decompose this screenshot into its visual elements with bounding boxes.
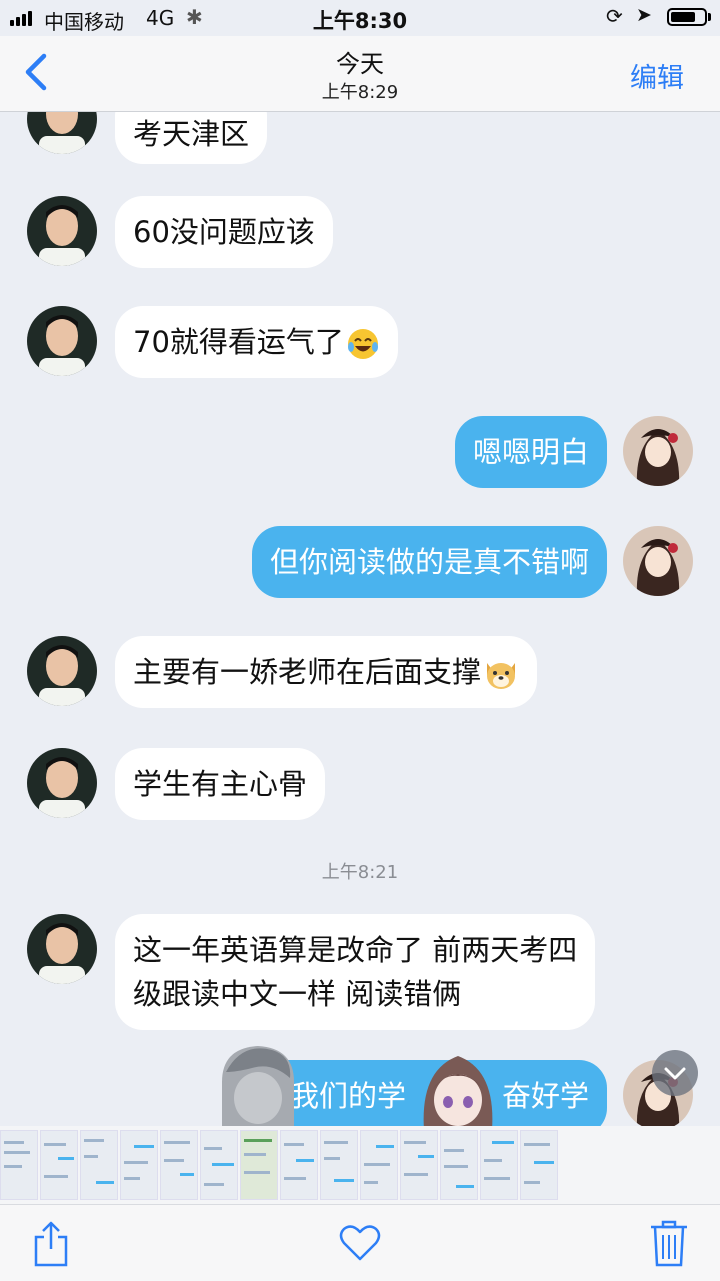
anime-girl-sticker-icon	[423, 1056, 493, 1128]
message-line: 这一年英语算是改命了 前两天考四	[133, 933, 578, 967]
contact-avatar[interactable]	[27, 196, 97, 266]
contact-avatar[interactable]	[27, 112, 97, 154]
thumbnail[interactable]	[200, 1130, 238, 1200]
thumbnail[interactable]	[480, 1130, 518, 1200]
laughing-tears-emoji-icon	[347, 329, 378, 359]
thumbnail[interactable]	[80, 1130, 118, 1200]
contact-avatar[interactable]	[27, 306, 97, 376]
share-icon[interactable]	[28, 1219, 74, 1267]
incoming-message-bubble[interactable]: 70就得看运气了	[115, 306, 398, 378]
bottom-toolbar	[0, 1204, 720, 1281]
rotation-lock-icon: ⟳	[606, 4, 623, 28]
chat-area: 考天津区 60没问题应该 70就得看运气了 嗯嗯明白 但你阅读做的是真不错啊 主…	[0, 112, 720, 1128]
thumbnail[interactable]	[160, 1130, 198, 1200]
outgoing-message-bubble[interactable]: 嗯嗯明白	[454, 416, 607, 488]
outgoing-message-bubble[interactable]: 但你阅读做的是真不错啊	[251, 526, 607, 598]
incoming-message-bubble[interactable]: 学生有主心骨	[115, 748, 326, 820]
message-line: 级跟读中文一样 阅读错俩	[133, 977, 462, 1011]
thumbnail[interactable]	[440, 1130, 478, 1200]
nav-title: 今天	[336, 50, 384, 78]
location-icon: ➤	[636, 4, 652, 26]
thumbnail[interactable]	[0, 1130, 38, 1200]
thumbnail[interactable]	[240, 1130, 278, 1200]
contact-avatar[interactable]	[27, 914, 97, 984]
incoming-message-bubble[interactable]: 主要有一娇老师在后面支撑	[115, 636, 538, 708]
status-bar: 中国移动 4G ✱ 上午8:30 ⟳ ➤	[0, 0, 720, 36]
nav-bar: 今天 上午8:29 编辑	[0, 36, 720, 112]
edit-button[interactable]: 编辑	[630, 56, 684, 95]
thumbnail[interactable]	[520, 1130, 558, 1200]
thumbnail[interactable]	[120, 1130, 158, 1200]
gray-boy-sticker-icon	[222, 1046, 294, 1128]
chevron-down-icon	[664, 1067, 686, 1080]
thumbnail[interactable]	[400, 1130, 438, 1200]
dog-face-emoji-icon	[487, 663, 516, 689]
thumbnail[interactable]	[360, 1130, 398, 1200]
photo-thumbnail-strip[interactable]	[0, 1126, 720, 1204]
incoming-message-bubble[interactable]: 这一年英语算是改命了 前两天考四 级跟读中文一样 阅读错俩	[115, 914, 596, 1030]
trash-icon[interactable]	[646, 1219, 692, 1267]
battery-icon	[667, 8, 707, 26]
scroll-down-button[interactable]	[652, 1050, 698, 1096]
user-avatar[interactable]	[623, 526, 693, 596]
heart-icon[interactable]	[337, 1219, 383, 1267]
message-text-tail: 奋好学	[501, 1079, 589, 1113]
user-avatar[interactable]	[623, 416, 693, 486]
incoming-message-bubble[interactable]: 考天津区	[115, 112, 268, 164]
thumbnail[interactable]	[280, 1130, 318, 1200]
thumbnail[interactable]	[40, 1130, 78, 1200]
thumbnail[interactable]	[320, 1130, 358, 1200]
incoming-message-bubble[interactable]: 60没问题应该	[115, 196, 333, 268]
message-timestamp: 上午8:21	[321, 862, 399, 883]
nav-subtitle: 上午8:29	[321, 82, 399, 103]
battery-tip	[708, 13, 711, 21]
message-text: 主要有一娇老师在后面支撑	[133, 655, 482, 689]
message-text: 70就得看运气了	[133, 325, 344, 359]
contact-avatar[interactable]	[27, 636, 97, 706]
contact-avatar[interactable]	[27, 748, 97, 818]
